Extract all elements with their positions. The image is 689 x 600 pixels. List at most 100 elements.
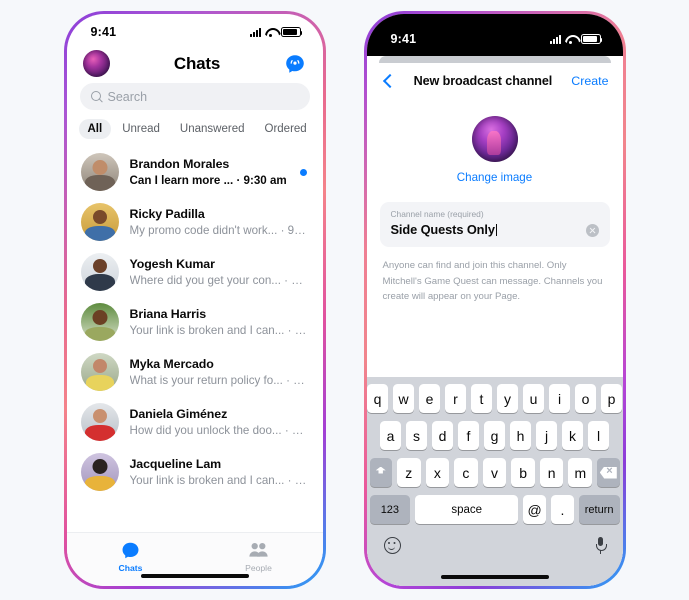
key-g[interactable]: g [484,421,505,450]
list-item: Myka Mercado [129,356,214,371]
key-y[interactable]: y [497,384,518,413]
key-q[interactable]: q [367,384,388,413]
filter-pill-all[interactable]: All [78,119,112,139]
list-item: Yogesh Kumar [129,256,215,271]
keyboard-row-3: z x c v b n m [369,458,620,487]
new-broadcast-channel-screen: 9:41 New broadcast channel Create Change… [366,14,623,586]
page-title: New broadcast channel [413,74,553,88]
avatar [80,253,119,291]
status-time: 9:41 [90,25,117,39]
key-o[interactable]: o [575,384,596,413]
period-key[interactable]: . [551,495,574,524]
onscreen-keyboard[interactable]: q w e r t y u i o p a s d f g h j k l z … [366,377,623,586]
key-k[interactable]: k [562,421,583,450]
avatar [80,303,119,341]
chat-preview: Your link is broken and I can... · 8:11 … [129,473,309,487]
keyboard-home-area [369,564,620,586]
key-d[interactable]: d [432,421,453,450]
shift-key[interactable] [369,458,392,487]
key-c[interactable]: c [454,458,478,487]
search-container: Search [67,83,323,119]
channel-image-avatar[interactable] [471,116,518,162]
key-b[interactable]: b [511,458,535,487]
key-j[interactable]: j [536,421,557,450]
key-w[interactable]: w [393,384,414,413]
key-t[interactable]: t [471,384,492,413]
chat-preview: Your link is broken and I can... · 9:11 … [129,323,309,337]
chat-text: Brandon Morales Can I learn more ... · 9… [130,156,289,188]
filter-pill-unread[interactable]: Unread [113,119,169,139]
key-m[interactable]: m [568,458,593,487]
table-row[interactable]: Brandon Morales Can I learn more ... · 9… [67,147,323,197]
key-n[interactable]: n [539,458,564,487]
chat-preview: My promo code didn't work... · 9:21 am [129,223,309,237]
key-e[interactable]: e [419,384,440,413]
key-s[interactable]: s [406,421,427,450]
channel-name-field-container: Channel name (required) Side Quests Only [367,184,623,247]
clear-text-icon[interactable] [585,224,599,237]
search-input[interactable]: Search [79,83,310,110]
avatar [80,453,119,491]
at-key[interactable]: @ [523,495,547,524]
table-row[interactable]: Myka Mercado What is your return policy … [67,347,323,397]
status-bar-right: 9:41 [366,14,623,56]
key-v[interactable]: v [482,458,507,487]
chats-header: Chats [67,46,323,83]
tab-chats[interactable]: Chats [96,541,166,573]
shift-key-icon [374,466,388,480]
back-chevron-icon[interactable] [381,74,395,88]
numeric-key[interactable]: 123 [369,495,411,524]
return-key[interactable]: return [578,495,620,524]
key-z[interactable]: z [396,458,421,487]
list-item: Brandon Morales [129,156,230,171]
filter-pill-unanswered[interactable]: Unanswered [171,119,254,139]
key-i[interactable]: i [549,384,570,413]
channel-name-label: Channel name (required) [390,209,484,219]
chat-text: Ricky Padilla My promo code didn't work.… [130,206,309,238]
chat-preview: Where did you get your con... · 9:17 am [129,273,309,287]
left-phone-frame: 9:41 Chats Search All Unread Unanswered … [63,11,326,589]
chat-preview: Can I learn more ... · 9:30 am [129,173,287,187]
cellular-signal-icon [549,34,561,44]
change-image-button[interactable]: Change image [367,171,623,184]
modal-sheet: New broadcast channel Create Change imag… [366,63,623,586]
chat-text: Yogesh Kumar Where did you get your con.… [130,256,309,288]
profile-avatar[interactable] [82,50,110,77]
backspace-key-icon [600,465,617,479]
channel-name-input[interactable]: Channel name (required) Side Quests Only [379,202,610,247]
search-icon [90,91,102,102]
key-h[interactable]: h [510,421,531,450]
key-u[interactable]: u [523,384,544,413]
backspace-key[interactable] [597,458,620,487]
tab-people-label: People [245,562,272,573]
home-indicator [140,574,249,578]
microphone-icon[interactable] [596,536,608,554]
table-row[interactable]: Yogesh Kumar Where did you get your con.… [67,247,323,297]
table-row[interactable]: Daniela Giménez How did you unlock the d… [67,397,323,447]
table-row[interactable]: Ricky Padilla My promo code didn't work.… [67,197,323,247]
table-row[interactable]: Jacqueline Lam Your link is broken and I… [67,447,323,497]
key-x[interactable]: x [425,458,450,487]
filter-pill-ordered[interactable]: Ordered [256,119,316,139]
right-phone-frame: 9:41 New broadcast channel Create Change… [363,11,626,589]
broadcast-channel-icon[interactable] [284,53,306,75]
sheet-spacer [367,305,623,377]
channel-image-block: Change image [367,98,623,184]
avatar [80,403,119,441]
chat-list[interactable]: Brandon Morales Can I learn more ... · 9… [67,147,323,532]
emoji-keyboard-icon[interactable] [383,536,401,554]
keyboard-row-1: q w e r t y u i o p [367,384,622,413]
key-p[interactable]: p [601,384,622,413]
key-r[interactable]: r [445,384,466,413]
tab-chats-label: Chats [118,562,143,573]
key-f[interactable]: f [458,421,479,450]
key-l[interactable]: l [588,421,609,450]
tab-people[interactable]: People [224,541,294,573]
channel-name-value: Side Quests Only [390,222,495,237]
key-a[interactable]: a [380,421,401,450]
battery-icon [580,34,603,44]
create-button[interactable]: Create [571,74,608,88]
space-key[interactable]: space [415,495,519,524]
chats-screen: 9:41 Chats Search All Unread Unanswered … [66,14,323,586]
table-row[interactable]: Briana Harris Your link is broken and I … [67,297,323,347]
